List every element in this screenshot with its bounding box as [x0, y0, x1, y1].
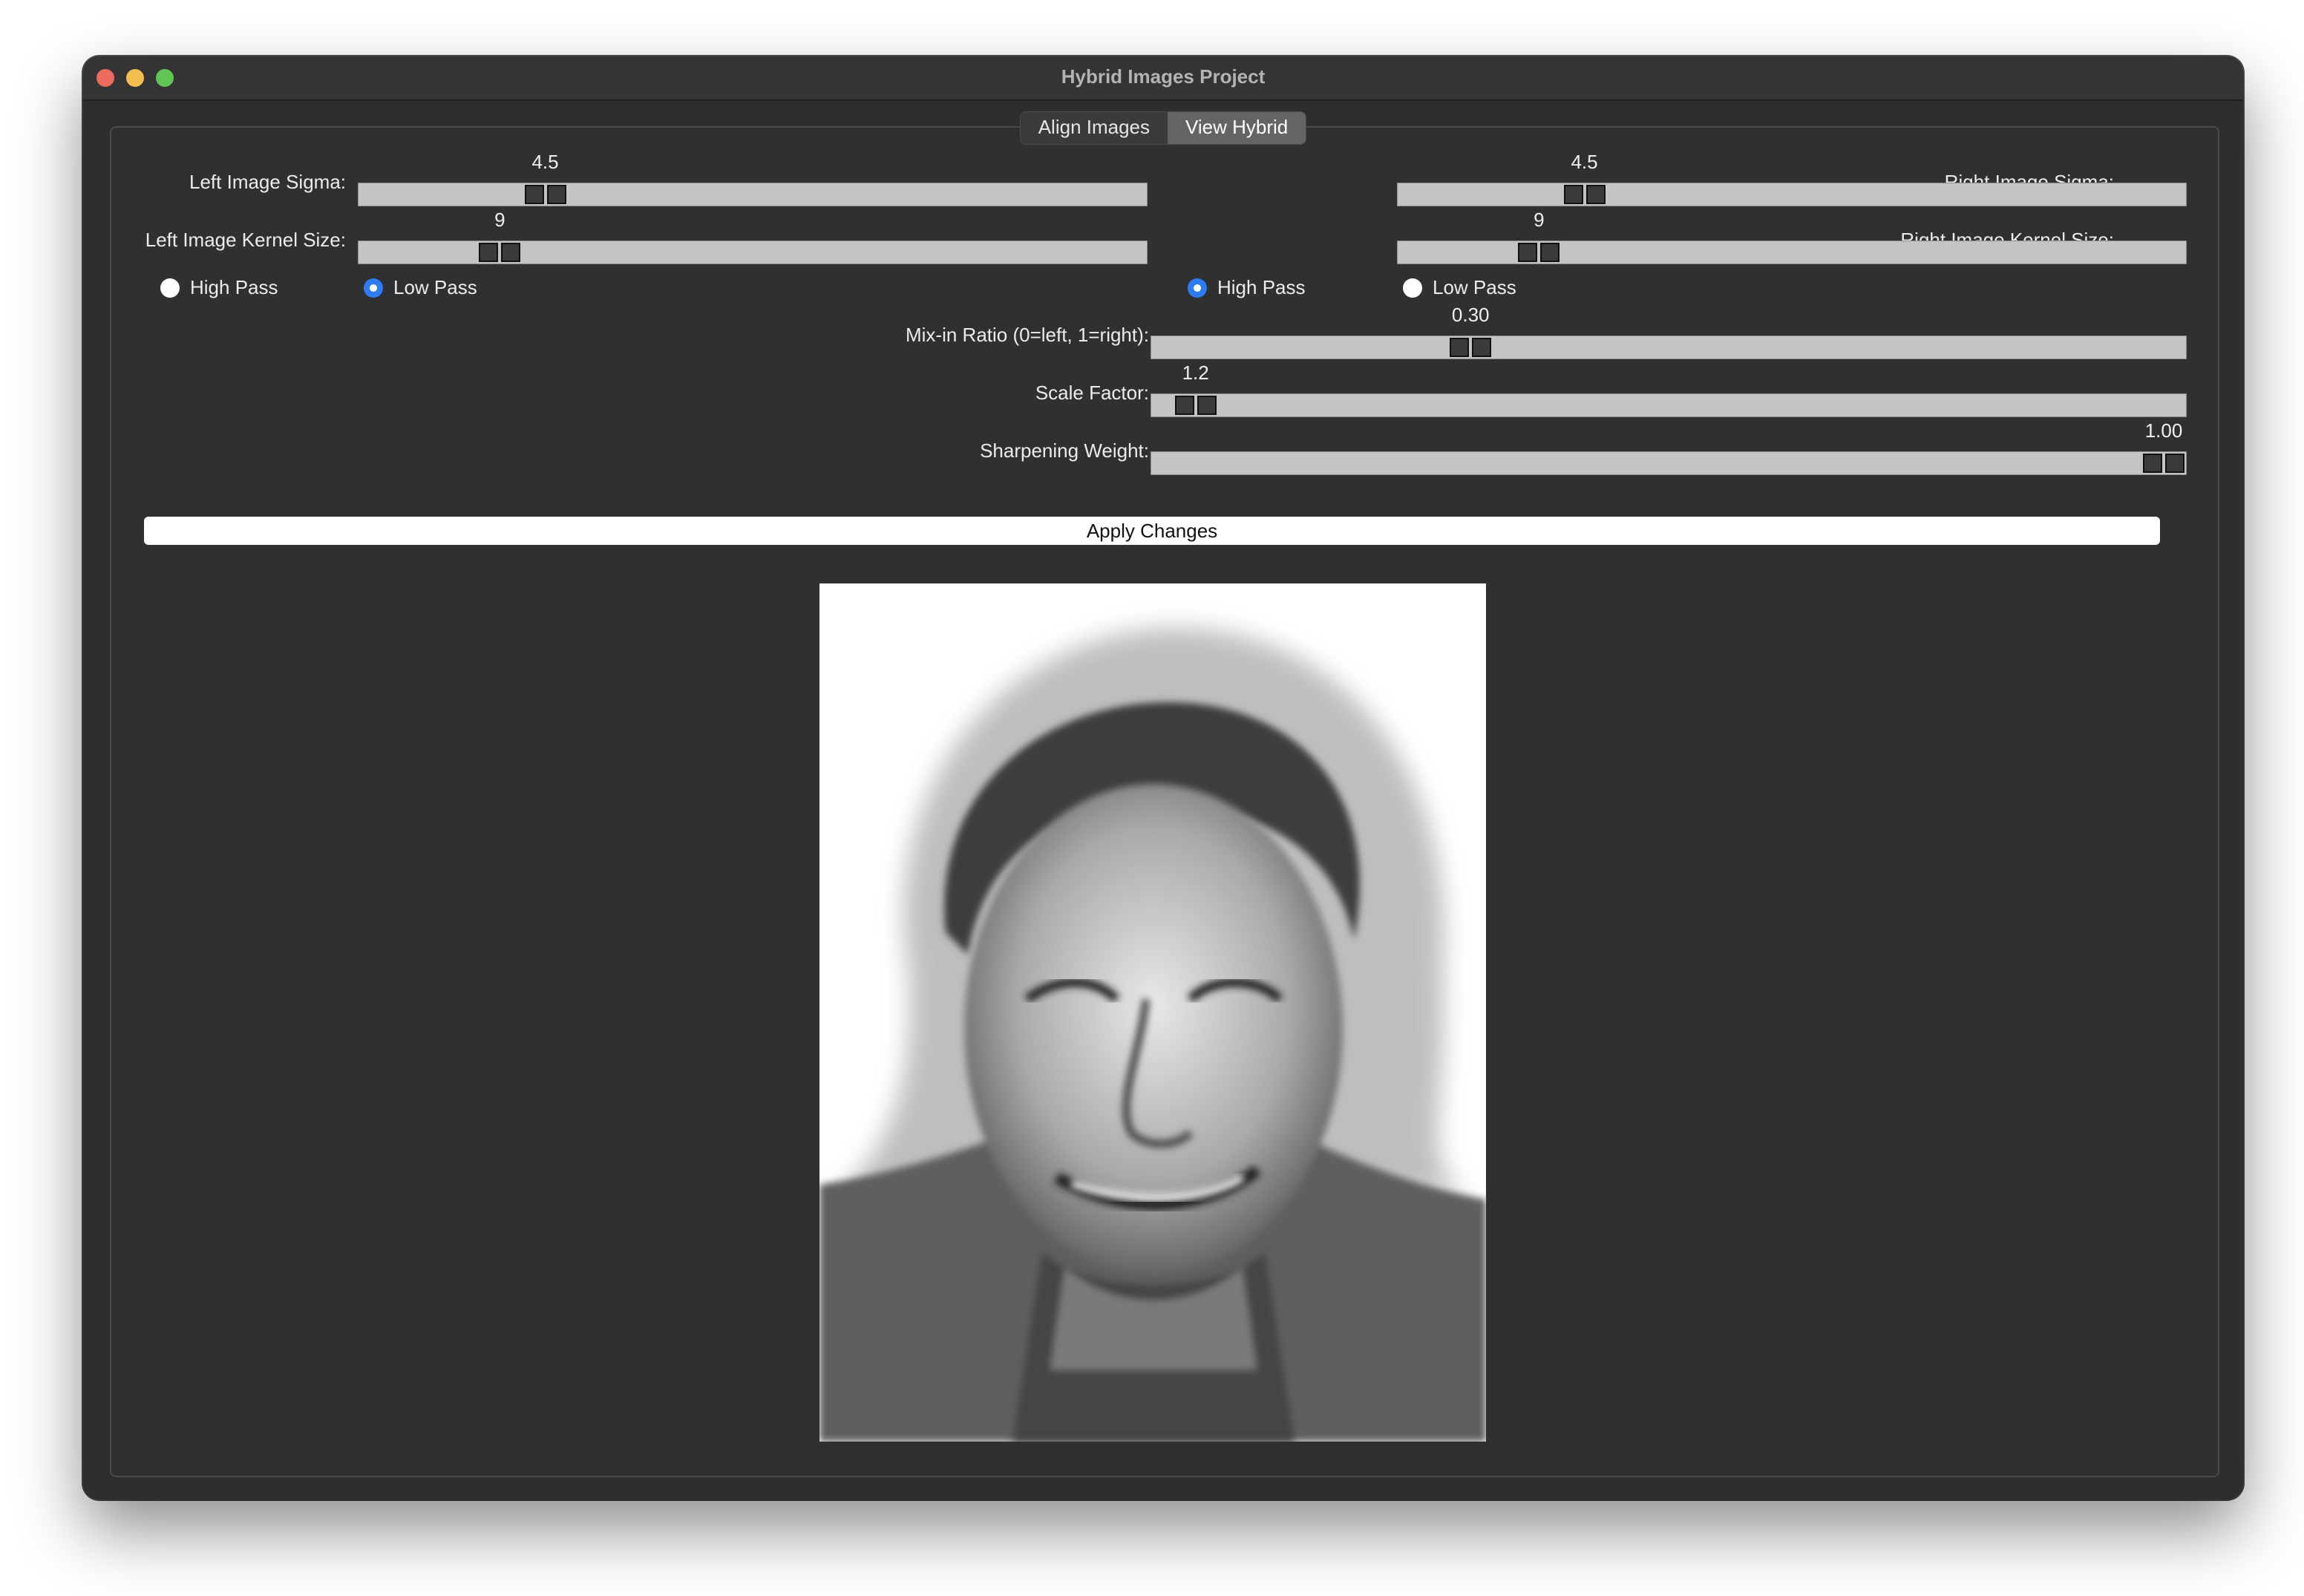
right-kernel-slider[interactable]: 9: [1397, 209, 2187, 264]
slider-thumb[interactable]: [1518, 243, 1560, 262]
left-sigma-label: Left Image Sigma:: [189, 171, 346, 193]
left-kernel-value: 9: [494, 209, 505, 231]
radio-label: Low Pass: [1433, 276, 1516, 298]
tab-align-images[interactable]: Align Images: [1021, 112, 1168, 144]
right-sigma-value: 4.5: [1571, 151, 1598, 173]
slider-thumb[interactable]: [524, 185, 566, 204]
title-bar: Hybrid Images Project: [83, 56, 2243, 101]
scale-factor-value: 1.2: [1182, 362, 1209, 384]
radio-indicator: [364, 278, 383, 298]
sharpening-weight-value: 1.00: [2144, 419, 2183, 442]
radio-label: Low Pass: [393, 276, 477, 298]
right-kernel-value: 9: [1534, 209, 1545, 231]
radio-label: High Pass: [1217, 276, 1306, 298]
left-kernel-slider[interactable]: 9: [358, 209, 1148, 264]
window-title: Hybrid Images Project: [1061, 65, 1266, 88]
left-high-pass-radio[interactable]: High Pass: [160, 276, 278, 299]
radio-indicator: [1188, 278, 1207, 298]
slider-thumb[interactable]: [479, 243, 521, 262]
sharpening-weight-label: Sharpening Weight:: [980, 439, 1149, 462]
slider-thumb[interactable]: [2143, 454, 2184, 473]
apply-changes-button[interactable]: Apply Changes: [144, 517, 2160, 545]
left-low-pass-radio[interactable]: Low Pass: [364, 276, 477, 299]
radio-label: High Pass: [190, 276, 278, 298]
right-sigma-slider[interactable]: 4.5: [1397, 151, 2187, 206]
scale-factor-slider[interactable]: 1.2: [1151, 362, 2187, 417]
left-sigma-value: 4.5: [531, 151, 559, 173]
app-window: Hybrid Images Project Align Images View …: [83, 56, 2243, 1499]
mix-ratio-value: 0.30: [1451, 304, 1490, 326]
left-sigma-slider[interactable]: 4.5: [358, 151, 1148, 206]
slider-thumb[interactable]: [1450, 338, 1492, 357]
sharpening-weight-slider[interactable]: 1.00: [1151, 419, 2187, 475]
radio-indicator: [1403, 278, 1422, 298]
mix-ratio-label: Mix-in Ratio (0=left, 1=right):: [905, 324, 1149, 346]
slider-thumb[interactable]: [1174, 396, 1217, 415]
mix-ratio-slider[interactable]: 0.30: [1151, 304, 2187, 359]
radio-indicator: [160, 278, 180, 298]
hybrid-portrait-image: [819, 583, 1486, 1442]
hybrid-image-preview: [819, 583, 1486, 1442]
tab-bar: Align Images View Hybrid: [83, 111, 2243, 145]
right-high-pass-radio[interactable]: High Pass: [1188, 276, 1306, 299]
scale-factor-label: Scale Factor:: [1035, 382, 1149, 404]
tab-view-hybrid[interactable]: View Hybrid: [1168, 112, 1306, 144]
left-kernel-label: Left Image Kernel Size:: [145, 229, 346, 251]
slider-thumb[interactable]: [1563, 185, 1606, 204]
right-low-pass-radio[interactable]: Low Pass: [1403, 276, 1516, 299]
